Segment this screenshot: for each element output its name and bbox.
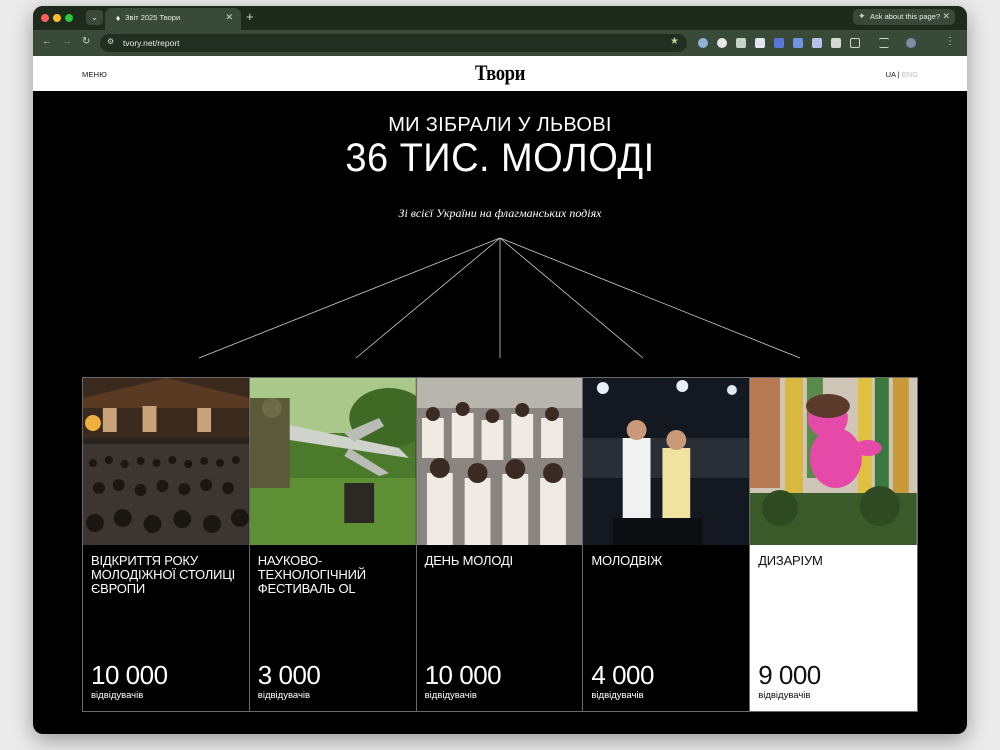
- site-header: МЕНЮ Твори UA | ENG: [33, 56, 967, 91]
- event-visitor-unit: відвідувачів: [91, 690, 144, 701]
- extension-document-icon[interactable]: [755, 38, 765, 48]
- tab-strip: ⌄ ♦ Звіт 2025 Твори ✕ + ✦ Ask about this…: [33, 6, 967, 30]
- url-text[interactable]: tvory.net/report: [123, 38, 180, 48]
- browser-toolbar: ← → ↻ ⚙ tvory.net/report ★ ⋮: [33, 30, 967, 56]
- event-photo-molodvizh: [583, 378, 750, 545]
- bookmark-star-icon[interactable]: ★: [670, 36, 679, 47]
- new-tab-button[interactable]: +: [246, 9, 254, 24]
- extension-cloud-icon[interactable]: [698, 38, 708, 48]
- event-title: МОЛОДВІЖ: [591, 553, 663, 568]
- event-card-highlighted[interactable]: ДИЗАРІУМ 9 000 відвідувачів: [750, 378, 917, 711]
- extension-chatgpt-icon[interactable]: [717, 38, 727, 48]
- extensions-puzzle-icon[interactable]: [850, 38, 860, 48]
- connector-lines: [198, 237, 801, 359]
- event-visitor-count: 9 000: [758, 660, 821, 690]
- connector-line: [499, 237, 644, 359]
- sparkle-icon: ✦: [858, 11, 866, 21]
- browser-menu-icon[interactable]: ⋮: [945, 36, 955, 47]
- back-arrow-icon[interactable]: ←: [42, 36, 52, 47]
- maximize-window-button[interactable]: [65, 14, 73, 22]
- event-card[interactable]: НАУКОВО-ТЕХНОЛОГІЧНИЙ ФЕСТИВАЛЬ OL 3 000…: [249, 378, 417, 711]
- tab-close-icon[interactable]: ✕: [225, 12, 233, 23]
- event-photo-ol-festival: [249, 378, 416, 545]
- profile-avatar-icon[interactable]: [906, 38, 916, 48]
- event-title: ВІДКРИТТЯ РОКУ МОЛОДІЖНОЇ СТОЛИЦІ ЄВРОПИ: [91, 553, 236, 596]
- event-card[interactable]: МОЛОДВІЖ 4 000 відвідувачів: [583, 378, 751, 711]
- site-logo[interactable]: Твори: [103, 60, 897, 86]
- connector-line: [355, 237, 501, 359]
- event-visitor-count: 4 000: [591, 660, 654, 690]
- event-photo-dyzarium: [750, 378, 917, 545]
- event-visitor-unit: відвідувачів: [591, 690, 644, 701]
- lang-ua-link[interactable]: UA: [886, 70, 896, 79]
- lang-separator: |: [897, 70, 900, 79]
- hero-heading-line1: МИ ЗІБРАЛИ У ЛЬВОВІ: [388, 114, 612, 136]
- site-info-icon[interactable]: ⚙: [107, 37, 114, 46]
- event-cards: ВІДКРИТТЯ РОКУ МОЛОДІЖНОЇ СТОЛИЦІ ЄВРОПИ…: [82, 377, 918, 712]
- hero-subtitle: Зі всієї України на флагманських подіях: [398, 206, 602, 220]
- minimize-window-button[interactable]: [53, 14, 61, 22]
- tab-search-button[interactable]: ⌄: [86, 10, 103, 25]
- event-title: ДИЗАРІУМ: [758, 553, 823, 568]
- event-title: НАУКОВО-ТЕХНОЛОГІЧНИЙ ФЕСТИВАЛЬ OL: [257, 553, 366, 596]
- connector-line: [499, 237, 801, 359]
- connector-line: [198, 237, 501, 359]
- ask-page-button[interactable]: ✦ Ask about this page? ✕: [853, 9, 955, 25]
- extension-camera-icon[interactable]: [736, 38, 746, 48]
- event-card[interactable]: ДЕНЬ МОЛОДІ 10 000 відвідувачів: [416, 378, 584, 711]
- tab-active[interactable]: ♦ Звіт 2025 Твори ✕: [105, 8, 241, 30]
- tab-title: Звіт 2025 Твори: [125, 13, 181, 22]
- close-icon[interactable]: ✕: [942, 11, 950, 22]
- hero-heading-line2: 36 ТИС. МОЛОДІ: [345, 136, 655, 180]
- extension-translate-icon[interactable]: [774, 38, 784, 48]
- event-visitor-unit: відвідувачів: [424, 690, 477, 701]
- browser-window: ⌄ ♦ Звіт 2025 Твори ✕ + ✦ Ask about this…: [33, 6, 967, 734]
- lang-eng-link[interactable]: ENG: [902, 70, 918, 79]
- reload-icon[interactable]: ↻: [82, 36, 90, 47]
- reading-list-icon[interactable]: [879, 38, 889, 48]
- extension-clipboard-icon[interactable]: [831, 38, 841, 48]
- extension-files-icon[interactable]: [793, 38, 803, 48]
- ask-page-label: Ask about this page?: [870, 12, 941, 21]
- close-window-button[interactable]: [41, 14, 49, 22]
- event-card[interactable]: ВІДКРИТТЯ РОКУ МОЛОДІЖНОЇ СТОЛИЦІ ЄВРОПИ…: [83, 378, 250, 711]
- event-visitor-unit: відвідувачів: [257, 690, 311, 701]
- site-favicon-icon: ♦: [115, 13, 121, 23]
- event-photo-opening: [83, 378, 249, 545]
- language-switcher: UA | ENG: [886, 70, 918, 79]
- event-visitor-count: 10 000: [91, 660, 168, 690]
- address-bar[interactable]: ⚙ tvory.net/report ★: [100, 34, 687, 52]
- extension-dots-icon[interactable]: [812, 38, 822, 48]
- event-visitor-unit: відвідувачів: [758, 690, 811, 701]
- forward-arrow-icon[interactable]: →: [62, 36, 72, 47]
- event-visitor-count: 3 000: [257, 660, 321, 690]
- event-photo-youth-day: [416, 378, 583, 545]
- event-title: ДЕНЬ МОЛОДІ: [424, 553, 514, 568]
- event-visitor-count: 10 000: [424, 660, 502, 690]
